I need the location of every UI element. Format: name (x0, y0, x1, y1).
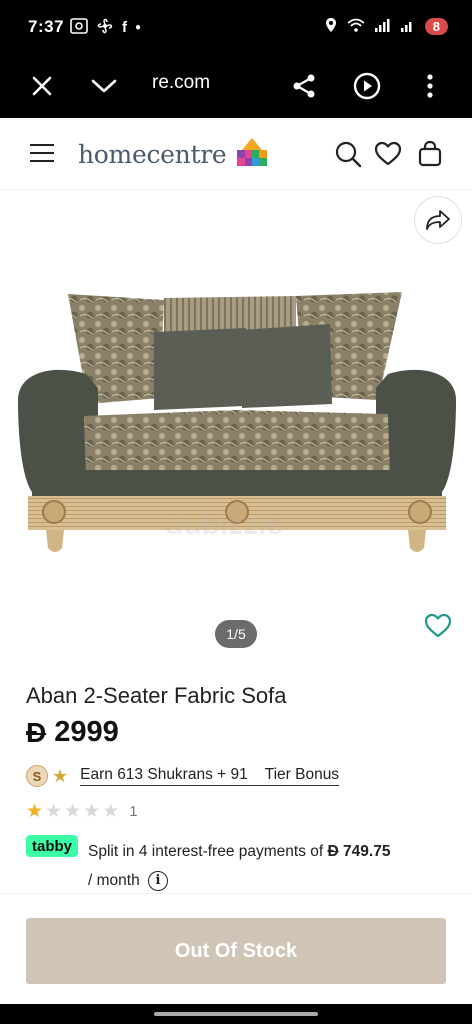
tabby-text-after: / month (88, 872, 140, 889)
product-price: Đ 2999 (26, 716, 119, 749)
play-button[interactable] (349, 68, 385, 104)
location-icon (325, 17, 337, 36)
product-rating[interactable]: ★ ★ ★ ★ ★ 1 (26, 800, 138, 823)
share-icon (293, 74, 315, 98)
system-icons: 8 (325, 17, 448, 36)
product-title: Aban 2-Seater Fabric Sofa (26, 683, 287, 708)
url-text[interactable]: re.com (152, 72, 210, 94)
signal-icon (374, 18, 391, 35)
heart-icon (374, 141, 402, 166)
search-button[interactable] (334, 140, 362, 168)
more-options-button[interactable] (412, 68, 448, 104)
search-icon (335, 141, 362, 168)
chevron-down-icon (91, 79, 117, 93)
home-gesture-bar[interactable] (154, 1012, 318, 1016)
cart-button[interactable] (416, 140, 444, 168)
add-to-wishlist-button[interactable] (424, 612, 452, 640)
play-circle-icon (353, 72, 381, 100)
tabby-text-before: Split in 4 interest-free payments of (88, 843, 324, 860)
system-nav-bar (0, 1004, 472, 1024)
share-page-button[interactable] (286, 68, 322, 104)
out-of-stock-button[interactable]: Out Of Stock (26, 918, 446, 984)
share-product-button[interactable] (414, 196, 462, 244)
wishlist-header-button[interactable] (374, 140, 402, 168)
status-bar: 7:37 f ● 8 (0, 0, 472, 56)
tabby-logo: tabby (26, 835, 78, 857)
fan-icon (96, 17, 114, 38)
battery-level: 8 (424, 18, 448, 35)
rating-star-icon: ★ (64, 801, 82, 822)
heart-outline-icon (424, 613, 452, 638)
image-pager: 1/5 (215, 620, 257, 648)
status-time: 7:37 (28, 17, 65, 36)
wifi-icon (347, 18, 365, 35)
shukran-rewards[interactable]: S ★ Earn 613 Shukrans + 91 Tier Bonus (26, 765, 340, 787)
menu-button[interactable] (30, 144, 54, 164)
rating-star-icon: ★ (45, 801, 63, 822)
kebab-menu-icon (427, 74, 433, 98)
rating-star-icon: ★ (83, 801, 101, 822)
site-header: homecentre (0, 118, 472, 190)
bottom-action-bar: Out Of Stock (0, 893, 472, 1004)
rating-count: 1 (129, 803, 138, 820)
logo-mark-icon (237, 138, 268, 166)
tabby-currency: Đ (327, 843, 339, 860)
shukran-text: Earn 613 Shukrans + 91 Tier Bonus (80, 766, 340, 786)
browser-toolbar: re.com (0, 56, 472, 118)
shukran-coin-icon: S (26, 765, 48, 787)
tabby-amount: 749.75 (343, 843, 391, 860)
dot-icon: ● (135, 22, 142, 33)
notification-icons: f ● (70, 17, 141, 38)
watermark-text: dubizzle (165, 508, 284, 541)
tabby-installment-text: Split in 4 interest-free payments of Đ 7… (88, 837, 448, 895)
close-icon (32, 76, 52, 96)
share-arrow-icon (426, 210, 450, 230)
shopping-bag-icon (418, 140, 442, 167)
facebook-icon: f (122, 19, 127, 36)
homecentre-logo[interactable]: homecentre (78, 136, 270, 172)
rating-star-icon: ★ (26, 801, 44, 822)
close-tab-button[interactable] (24, 68, 60, 104)
collapse-button[interactable] (86, 68, 122, 104)
screenshot-icon (70, 18, 88, 37)
currency-symbol: Đ (26, 716, 47, 748)
logo-text: homecentre (78, 139, 227, 169)
price-value: 2999 (54, 716, 119, 748)
info-icon[interactable]: i (148, 870, 169, 891)
signal-icon-2 (400, 18, 415, 35)
star-icon: ★ (52, 765, 69, 786)
web-page: homecentre dubizzle 1/5 Aban 2-Seater Fa… (0, 118, 472, 1004)
rating-star-icon: ★ (102, 801, 120, 822)
